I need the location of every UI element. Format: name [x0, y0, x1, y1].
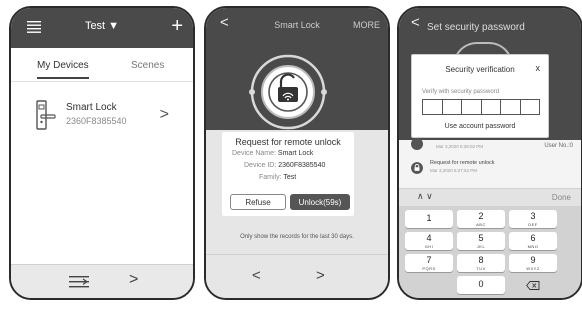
- family-selector[interactable]: Test ▼: [11, 20, 193, 32]
- tab-switch-icon[interactable]: [69, 276, 89, 288]
- device-name-label: Device Name:: [232, 150, 276, 157]
- divider: [11, 81, 193, 82]
- back-button[interactable]: <: [411, 14, 420, 31]
- log-list: Mar 3,2020 6:28:02 PM User No.:0 Request…: [399, 138, 581, 188]
- log-item: Mar 3,2020 6:28:02 PM User No.:0: [399, 138, 581, 154]
- bottom-bar: < >: [206, 254, 388, 298]
- lock-header: < Smart Lock MORE: [206, 8, 388, 130]
- page-title: Set security password: [427, 22, 525, 33]
- verify-label: Verify with security password: [422, 89, 500, 95]
- device-id: 2360F8385540: [66, 116, 127, 126]
- lock-log-icon: [411, 138, 423, 150]
- log-date: Mar 3,2020 6:28:02 PM: [436, 144, 484, 149]
- key-3[interactable]: 3 DEF: [509, 210, 557, 228]
- smart-lock-icon: [36, 100, 56, 130]
- phone-device-list: Test ▼ + My Devices Scenes Smart Lock 23…: [9, 6, 195, 300]
- key-7[interactable]: 7 PQRS: [405, 254, 453, 272]
- add-device-button[interactable]: +: [171, 14, 183, 38]
- log-user: User No.:0: [544, 143, 573, 149]
- records-note: Only show the records for the last 30 da…: [240, 234, 354, 240]
- numeric-keypad: 1 2 ABC 3 DEF 4 GHI 5 JKL 6 MNO 7 PQRS 8 TUV 9W…: [399, 206, 581, 298]
- device-id-row: Device ID: 2360F8385540: [244, 162, 325, 169]
- close-button[interactable]: x: [536, 63, 541, 73]
- more-button[interactable]: MORE: [353, 20, 380, 30]
- card-title: Request for remote unlock: [235, 137, 341, 147]
- device-name-value: Smart Lock: [277, 150, 314, 157]
- family-row: Family: Test: [259, 174, 296, 181]
- next-button[interactable]: >: [129, 271, 138, 289]
- key-5[interactable]: 5 JKL: [457, 232, 505, 250]
- passcode-digit[interactable]: [501, 100, 521, 114]
- refuse-button[interactable]: Refuse: [230, 194, 286, 210]
- unlock-request-card: Request for remote unlock Device Name: S…: [222, 132, 354, 216]
- passcode-digit[interactable]: [482, 100, 501, 114]
- dialog-title: Security verification: [445, 65, 515, 74]
- log-item: Request for remote unlock Mar 3,2020 6:2…: [399, 158, 581, 182]
- log-date: Mar 3,2020 6:27:52 PM: [430, 168, 478, 173]
- tab-my-devices[interactable]: My Devices: [37, 60, 89, 79]
- tab-scenes[interactable]: Scenes: [131, 60, 164, 71]
- device-tabs: My Devices Scenes: [11, 60, 193, 82]
- passcode-digit[interactable]: [521, 100, 540, 114]
- app-header: Test ▼ +: [11, 8, 193, 48]
- key-2[interactable]: 2 ABC: [457, 210, 505, 228]
- family-label: Family:: [259, 174, 282, 181]
- family-value: Test: [283, 174, 297, 181]
- device-list-item[interactable]: Smart Lock 2360F8385540 >: [11, 98, 193, 138]
- keyboard-toolbar: ∧ ∨ Done: [399, 188, 581, 206]
- key-0[interactable]: 0: [457, 276, 505, 294]
- log-title: Request for remote unlock: [430, 160, 495, 166]
- passcode-digit[interactable]: [423, 100, 443, 114]
- key-8[interactable]: 8 TUV: [457, 254, 505, 272]
- chevron-right-icon: >: [159, 106, 169, 123]
- key-1[interactable]: 1: [405, 210, 453, 228]
- done-button[interactable]: Done: [552, 193, 571, 202]
- passcode-input[interactable]: [422, 99, 540, 115]
- unlock-ring-icon[interactable]: [246, 50, 330, 134]
- device-name: Smart Lock: [66, 102, 117, 113]
- field-nav-arrows[interactable]: ∧ ∨: [417, 191, 433, 202]
- key-6[interactable]: 6 MNO: [509, 232, 557, 250]
- content-area: Request for remote unlock Device Name: S…: [206, 130, 388, 260]
- passcode-digit[interactable]: [462, 100, 482, 114]
- backspace-key[interactable]: [509, 276, 557, 294]
- key-9[interactable]: 9 WXYZ: [509, 254, 557, 272]
- passcode-digit[interactable]: [443, 100, 462, 114]
- security-verification-dialog: Security verification x Verify with secu…: [411, 54, 549, 138]
- phone-security-verification: < Set security password Mar 3,2020 6:28:…: [397, 6, 582, 300]
- prev-button[interactable]: <: [252, 267, 261, 284]
- unlock-button[interactable]: Unlock(59s): [290, 194, 350, 210]
- device-id-value: 2360F8385540: [278, 162, 326, 169]
- backspace-icon: [526, 281, 540, 290]
- device-id-label: Device ID:: [244, 162, 277, 169]
- phone-lock-detail: < Smart Lock MORE Request for remote unl…: [204, 6, 390, 300]
- key-4[interactable]: 4 GHI: [405, 232, 453, 250]
- device-name-row: Device Name: Smart Lock: [232, 150, 313, 157]
- lock-icon: [411, 162, 423, 174]
- use-account-password-link[interactable]: Use account password: [412, 123, 548, 130]
- next-button[interactable]: >: [316, 267, 325, 284]
- bottom-bar: >: [11, 264, 193, 298]
- key-blank: [405, 276, 453, 294]
